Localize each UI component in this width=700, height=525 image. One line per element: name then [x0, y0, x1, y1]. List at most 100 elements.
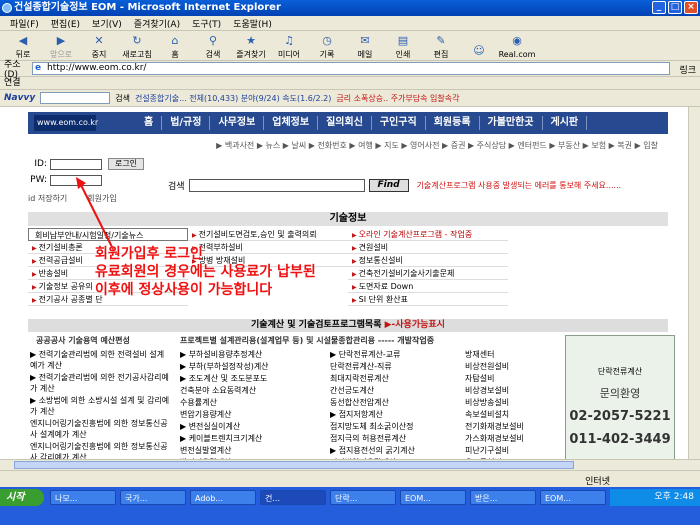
program-link[interactable]: 단락전류계산-직류	[330, 361, 460, 372]
toolbar-button-favorites[interactable]: ★ 즐겨찾기	[232, 34, 270, 60]
tech-info-link[interactable]: 건축전기설비기술사기출문제	[348, 267, 508, 280]
program-link[interactable]: 엔지니어링기술진흥법에 의한 정보통신공사 감리예가 계산	[30, 441, 170, 459]
tech-info-link[interactable]: 견원설비	[348, 241, 508, 254]
site-nav-item[interactable]: 법/규정	[162, 116, 211, 130]
close-button[interactable]: ×	[684, 1, 698, 14]
navy-search-input[interactable]	[40, 92, 111, 104]
id-input[interactable]	[50, 158, 102, 170]
program-link[interactable]: ▶ 변전실실이계산	[180, 421, 320, 432]
taskbar-button[interactable]: 단락...	[330, 490, 396, 505]
site-nav-item[interactable]: 사무정보	[210, 116, 265, 130]
toolbar-button-real[interactable]: ◉ Real.com	[498, 34, 536, 60]
maximize-button[interactable]: □	[668, 1, 682, 14]
taskbar-button[interactable]: EOM...	[540, 490, 606, 505]
program-link[interactable]: ▶ 부하설비용량추정계산	[180, 349, 320, 360]
site-nav-item[interactable]: 게시판	[543, 116, 588, 130]
toolbar-button-history[interactable]: ◷ 기록	[308, 34, 346, 60]
site-nav-item[interactable]: 구인구직	[372, 116, 426, 130]
program-link[interactable]: 가스화재경보설비	[465, 433, 560, 444]
menu-favorites[interactable]: 즐겨찾기(A)	[128, 17, 186, 30]
program-link[interactable]: 비상경보설비	[465, 385, 560, 396]
tech-info-link[interactable]: SI 단위 환산표	[348, 293, 508, 306]
toolbar-button-forward[interactable]: ▶ 앞으로	[42, 34, 80, 60]
menu-view[interactable]: 보기(V)	[86, 17, 128, 30]
program-link[interactable]: ▶ 케이블트렌치크기계산	[180, 433, 320, 444]
toolbar-button-stop[interactable]: ✕ 중지	[80, 34, 118, 60]
vertical-scrollbar[interactable]	[688, 107, 700, 459]
site-nav-item[interactable]: 업체정보	[264, 116, 319, 130]
taskbar-button[interactable]: 국가...	[120, 490, 186, 505]
program-link[interactable]: ▶ 단락전류계산-교류	[330, 349, 460, 360]
site-nav-item[interactable]: 홈	[136, 116, 163, 130]
program-link[interactable]: ▶ 조도계산 및 조도분포도	[180, 373, 320, 384]
toolbar-button-home[interactable]: ⌂ 홈	[156, 34, 194, 60]
program-link[interactable]: 변전실발열계산	[180, 445, 320, 456]
taskbar-button[interactable]: Adob...	[190, 490, 256, 505]
program-link[interactable]: 속보설비설치	[465, 409, 560, 420]
navy-search-button[interactable]: 검색	[115, 93, 130, 104]
program-link[interactable]: 접지극의 허용전류계산	[330, 433, 460, 444]
menu-file[interactable]: 파일(F)	[4, 17, 45, 30]
toolbar-button-edit[interactable]: ✎ 편집	[422, 34, 460, 60]
navy-logo[interactable]: Navvy	[4, 93, 35, 103]
menu-edit[interactable]: 편집(E)	[45, 17, 86, 30]
site-nav-item[interactable]: 질의회신	[318, 116, 372, 130]
program-link[interactable]: 건축분야 소요동력계산	[180, 385, 320, 396]
program-link[interactable]: 엔지니어링기술진흥법에 의한 정보통신공사 설계예가 계산	[30, 418, 170, 440]
toolbar-button-refresh[interactable]: ↻ 새로고침	[118, 34, 156, 60]
toolbar-button-search[interactable]: ⚲ 검색	[194, 34, 232, 60]
info-select[interactable]: 회비납부안내/시험일정/기술뉴스	[28, 228, 188, 241]
taskbar-button[interactable]: 나모...	[50, 490, 116, 505]
tech-info-link[interactable]: 도면자료 Down	[348, 280, 508, 293]
program-link[interactable]: 동선합산전압계산	[330, 397, 460, 408]
program-link[interactable]: 비상전원설비	[465, 361, 560, 372]
program-link[interactable]: ▶ 소방법에 의한 소방시설 설계 및 감리예가 계산	[30, 395, 170, 417]
find-button[interactable]: Find	[368, 178, 409, 192]
menu-tools[interactable]: 도구(T)	[186, 17, 227, 30]
toolbar-button-print[interactable]: ▤ 인쇄	[384, 34, 422, 60]
program-link[interactable]: 방재센터	[465, 349, 560, 360]
save-id-checkbox[interactable]: id 저장하기	[28, 193, 67, 204]
links-label[interactable]: 링크	[679, 63, 696, 76]
navy-news[interactable]: 건설종합기술... 전체(10,433) 분야(9/24) 속도(1.6/2.2…	[135, 93, 331, 104]
minimize-button[interactable]: _	[652, 1, 666, 14]
start-button[interactable]: 시작	[0, 489, 44, 506]
toolbar-button-media[interactable]: ♫ 미디어	[270, 34, 308, 60]
address-input[interactable]: http://www.eom.co.kr/	[32, 62, 670, 75]
site-search-input[interactable]	[188, 178, 365, 192]
program-link[interactable]: 수용률계산	[180, 397, 320, 408]
taskbar-button[interactable]: 받은...	[470, 490, 536, 505]
program-link[interactable]: ▶ 접지용전선의 굵기계산	[330, 445, 460, 456]
navy-ticker[interactable]: 금리 소폭상승.. 주가부담속 입찰속각	[336, 93, 459, 104]
tech-info-link[interactable]: 전기설비도면검토,승인 및 출력의뢰	[188, 228, 348, 241]
program-link[interactable]: ▶ 부하(부하설정작성)계산	[180, 361, 320, 372]
toolbar-button-mail[interactable]: ✉ 메일	[346, 34, 384, 60]
toolbar-button-messenger[interactable]: ☺	[460, 44, 498, 60]
program-link[interactable]: 변압기용량계산	[180, 409, 320, 420]
tech-info-link[interactable]: 오라인 기술계산프로그램 - 작업중	[348, 228, 508, 241]
program-link[interactable]: 피난기구설비	[465, 445, 560, 456]
program-link[interactable]: 접지망도체 최소굵이산정	[330, 421, 460, 432]
program-link[interactable]: 비상방송설비	[465, 397, 560, 408]
pw-input[interactable]	[50, 174, 102, 186]
site-nav-item[interactable]: 가볼만한곳	[480, 116, 543, 130]
links-bar[interactable]: 연결	[0, 77, 700, 90]
ad-banner[interactable]: 단락전류계산 문의환영 02-2057-5221 011-402-3449	[565, 335, 675, 459]
menu-help[interactable]: 도움말(H)	[227, 17, 278, 30]
join-link[interactable]: 회원가입	[87, 193, 116, 204]
taskbar-button[interactable]: EOM...	[400, 490, 466, 505]
program-link[interactable]: 최대지락전류계산	[330, 373, 460, 384]
program-link[interactable]: ▶ 전력기술관리법에 의한 전기공사감리예가 계산	[30, 372, 170, 394]
horizontal-scrollbar[interactable]	[0, 459, 700, 470]
program-link[interactable]: 자탐설비	[465, 373, 560, 384]
scroll-thumb[interactable]	[14, 461, 574, 469]
tech-info-link[interactable]: 정보통신설비	[348, 254, 508, 267]
program-link[interactable]: 전기화재경보설비	[465, 421, 560, 432]
program-link[interactable]: 간선긍도계산	[330, 385, 460, 396]
site-nav-item[interactable]: 회원등록	[426, 116, 480, 130]
login-button[interactable]: 로그인	[108, 158, 144, 170]
taskbar-button[interactable]: 건...	[260, 490, 326, 505]
program-link[interactable]: ▶ 전력기술관리법에 의한 전력설비 설계예가 계산	[30, 349, 170, 371]
program-link[interactable]: ▶ 접지저항계산	[330, 409, 460, 420]
portal-links[interactable]: ▶ 백과사전 ▶ 뉴스 ▶ 날씨 ▶ 전화번호 ▶ 여행 ▶ 지도 ▶ 영어사전…	[28, 140, 668, 152]
